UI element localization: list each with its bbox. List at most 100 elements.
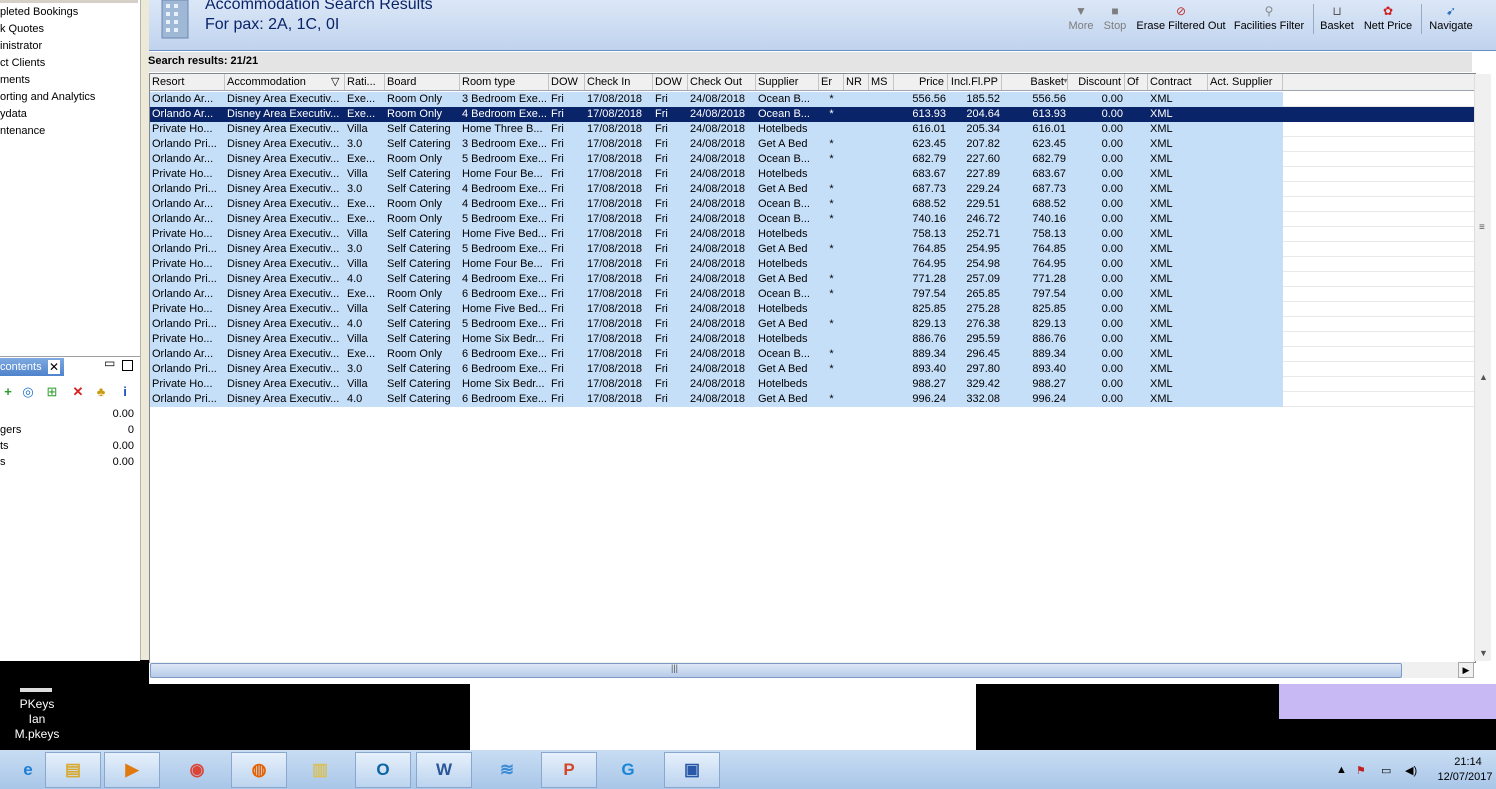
table-row[interactable]: Orlando Pri... Disney Area Executiv... 3.0… [150, 362, 1283, 377]
table-row[interactable]: Orlando Pri... Disney Area Executiv... 4.0… [150, 272, 1283, 287]
column-header[interactable]: Room type [460, 74, 549, 90]
column-header[interactable]: Supplier [756, 74, 819, 90]
table-row[interactable]: Orlando Pri... Disney Area Executiv... 4.0… [150, 317, 1283, 332]
column-header[interactable]: MS [869, 74, 894, 90]
basket-button[interactable]: ⊔ Basket [1319, 2, 1355, 36]
table-cell: Home Four Be... [462, 168, 543, 180]
volume-icon[interactable]: ◀) [1405, 764, 1417, 777]
table-row[interactable]: Private Ho... Disney Area Executiv... Vill… [150, 122, 1283, 137]
table-row[interactable]: Private Ho... Disney Area Executiv... Vill… [150, 302, 1283, 317]
column-header[interactable]: Accommodation [225, 74, 345, 90]
column-header[interactable]: DOW [653, 74, 688, 90]
nav-item-administrator[interactable]: inistrator [0, 38, 42, 54]
table-row[interactable]: Orlando Ar... Disney Area Executiv... Exe.… [150, 152, 1283, 167]
table-row[interactable]: Private Ho... Disney Area Executiv... Vill… [150, 257, 1283, 272]
column-header[interactable]: Board [385, 74, 460, 90]
scroll-right-icon[interactable]: ▶ [1458, 662, 1474, 678]
table-cell: Villa [347, 168, 368, 180]
column-header[interactable]: Rati... [345, 74, 385, 90]
clock-date[interactable]: 12/07/2017 [1434, 771, 1496, 783]
scroll-down-icon[interactable]: ▼ [1479, 648, 1488, 658]
close-icon[interactable]: ✕ [48, 360, 60, 374]
app-c-icon[interactable]: G [600, 752, 656, 788]
table-cell: Home Four Be... [462, 258, 543, 270]
column-header[interactable]: Of [1125, 74, 1148, 90]
column-header[interactable]: Check Out [688, 74, 756, 90]
table-row[interactable]: Orlando Ar... Disney Area Executiv... Exe.… [150, 287, 1283, 302]
file-explorer-icon[interactable]: ▤ [45, 752, 101, 788]
remote-desktop-icon[interactable]: ▣ [664, 752, 720, 788]
outlook-icon[interactable]: O [355, 752, 411, 788]
column-header[interactable]: Check In [585, 74, 653, 90]
column-header[interactable]: Basket [1002, 74, 1068, 90]
network-icon[interactable]: ▭ [1381, 764, 1391, 777]
table-row[interactable]: Private Ho... Disney Area Executiv... Vill… [150, 167, 1283, 182]
nav-item-payments[interactable]: ments [0, 72, 30, 88]
app-icon[interactable]: ≋ [479, 752, 535, 788]
table-cell [844, 272, 869, 287]
table-cell [1125, 287, 1148, 302]
word-icon[interactable]: W [416, 752, 472, 788]
column-header[interactable]: Price [894, 74, 948, 90]
table-row[interactable]: Private Ho... Disney Area Executiv... Vill… [150, 227, 1283, 242]
nav-item-reporting[interactable]: orting and Analytics [0, 89, 95, 105]
erase-filtered-out-button[interactable]: ⊘ Erase Filtered Out [1135, 2, 1227, 36]
facilities-filter-button[interactable]: ⚲ Facilities Filter [1233, 2, 1305, 36]
globe-icon[interactable]: ◎ [20, 384, 36, 400]
info-icon[interactable]: i [117, 384, 133, 400]
filter-icon[interactable]: ▽ [331, 74, 339, 90]
table-cell: 295.59 [966, 333, 1000, 345]
table-cell: Get A Bed [758, 363, 808, 375]
table-row[interactable]: Orlando Pri... Disney Area Executiv... 3.0… [150, 137, 1283, 152]
nav-item-quick-quotes[interactable]: k Quotes [0, 21, 44, 37]
column-header[interactable]: Contract [1148, 74, 1208, 90]
stop-button[interactable]: ■ Stop [1101, 2, 1129, 36]
firefox-icon[interactable]: ◍ [231, 752, 287, 788]
media-player-icon[interactable]: ▶ [104, 752, 160, 788]
tray-expand-icon[interactable]: ▲ [1336, 764, 1347, 776]
nav-item-mydata[interactable]: ydata [0, 106, 27, 122]
column-header[interactable]: DOW [549, 74, 585, 90]
table-row[interactable]: Orlando Pri... Disney Area Executiv... 4.0… [150, 392, 1283, 407]
action-center-icon[interactable]: ⚑ [1356, 764, 1366, 777]
scroll-up-icon[interactable]: ▲ [1479, 372, 1488, 382]
table-row[interactable]: Orlando Ar... Disney Area Executiv... Exe.… [150, 347, 1283, 362]
palm-tree-icon[interactable]: ♣ [93, 384, 109, 400]
clock-time[interactable]: 21:14 [1440, 756, 1496, 768]
table-row[interactable]: Orlando Ar... Disney Area Executiv... Exe.… [150, 197, 1283, 212]
table-row[interactable]: Private Ho... Disney Area Executiv... Vill… [150, 332, 1283, 347]
delete-icon[interactable]: ✕ [70, 384, 86, 400]
desktop-user-label[interactable]: PKeys Ian M.pkeys [12, 697, 62, 742]
add-item-icon[interactable]: ⊞ [44, 384, 60, 400]
nav-item-maintenance[interactable]: ntenance [0, 123, 45, 139]
maximize-icon[interactable] [122, 360, 133, 371]
horizontal-scroll-thumb[interactable]: ||| [150, 663, 1402, 678]
nett-price-button[interactable]: ✿ Nett Price [1362, 2, 1414, 36]
more-button[interactable]: ▼ More [1066, 2, 1096, 36]
table-row[interactable]: Orlando Ar... Disney Area Executiv... Exe.… [150, 107, 1474, 122]
table-row[interactable]: Orlando Pri... Disney Area Executiv... 3.0… [150, 242, 1283, 257]
folder-icon[interactable]: ▥ [292, 752, 348, 788]
table-cell: 682.79 [1032, 153, 1066, 165]
table-row[interactable]: Private Ho... Disney Area Executiv... Vill… [150, 377, 1283, 392]
table-cell: 758.13 [1032, 228, 1066, 240]
nav-item-completed-bookings[interactable]: pleted Bookings [0, 4, 78, 20]
chrome-icon[interactable]: ◉ [169, 752, 225, 788]
navigate-button[interactable]: ➹ Navigate [1427, 2, 1475, 36]
column-header[interactable]: Er [819, 74, 844, 90]
column-header[interactable]: Discount [1068, 74, 1125, 90]
column-header[interactable]: NR [844, 74, 869, 90]
column-header[interactable]: Resort [150, 74, 225, 90]
minimize-icon[interactable]: ▭ [104, 357, 116, 370]
nav-item-contact-clients[interactable]: ct Clients [0, 55, 45, 71]
table-row[interactable]: Orlando Ar... Disney Area Executiv... Exe.… [150, 212, 1283, 227]
column-header[interactable]: Act. Supplier [1208, 74, 1283, 90]
vertical-scrollbar[interactable]: ≡ ▲ ▼ [1474, 74, 1491, 661]
table-row[interactable]: Orlando Ar... Disney Area Executiv... Exe.… [150, 92, 1283, 107]
table-row[interactable]: Orlando Pri... Disney Area Executiv... 3.0… [150, 182, 1283, 197]
table-cell: 205.34 [966, 123, 1000, 135]
powerpoint-icon[interactable]: P [541, 752, 597, 788]
column-header[interactable]: Incl.Fl.PP [948, 74, 1002, 90]
add-icon[interactable]: + [0, 384, 16, 400]
desktop-shortcut-icon[interactable] [20, 688, 52, 692]
